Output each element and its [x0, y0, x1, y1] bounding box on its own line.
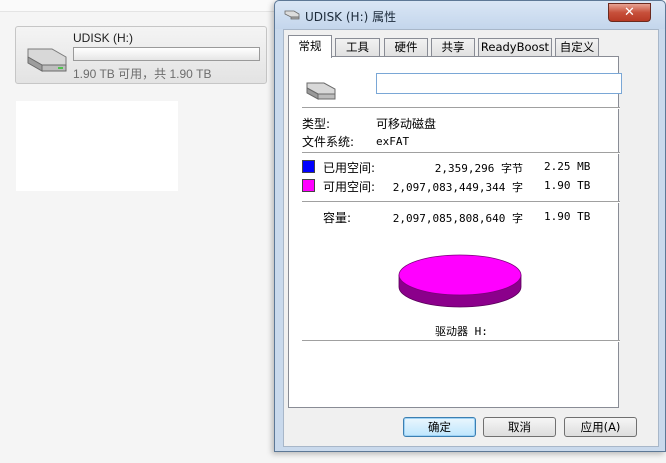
- separator: [302, 152, 620, 154]
- free-space-bytes: 2,097,083,449,344 字: [392, 181, 523, 194]
- used-space-size: 2.25 MB: [544, 160, 591, 173]
- free-space-size: 1.90 TB: [544, 179, 591, 192]
- pie-free-slice: [398, 254, 522, 296]
- removable-drive-icon: [27, 48, 67, 72]
- drive-tile-udisk[interactable]: UDISK (H:) 1.90 TB 可用，共 1.90 TB: [15, 26, 267, 84]
- separator: [302, 340, 620, 342]
- removable-drive-icon: [284, 10, 300, 20]
- capacity-bytes: 2,097,085,808,640 字: [392, 212, 523, 225]
- dialog-titlebar[interactable]: UDISK (H:) 属性 ✕: [275, 1, 665, 29]
- type-label: 类型:: [302, 117, 331, 131]
- ok-button[interactable]: 确定: [403, 417, 476, 437]
- dialog-title: UDISK (H:) 属性: [305, 10, 397, 24]
- free-space-label: 可用空间:: [323, 180, 376, 194]
- used-space-swatch: [302, 160, 315, 173]
- drive-capacity-bar: [73, 47, 260, 61]
- drive-caption: 驱动器 H:: [435, 325, 488, 338]
- cancel-button[interactable]: 取消: [483, 417, 556, 437]
- tab-hardware[interactable]: 硬件: [384, 38, 428, 57]
- tab-sharing[interactable]: 共享: [431, 38, 475, 57]
- disk-usage-pie: [398, 254, 522, 308]
- capacity-size: 1.90 TB: [544, 210, 591, 223]
- file-system-value: exFAT: [376, 135, 410, 148]
- type-value: 可移动磁盘: [376, 117, 437, 131]
- close-button[interactable]: ✕: [608, 3, 651, 22]
- general-tab-panel: 类型: 可移动磁盘 文件系统: exFAT 已用空间: 2,359,296 字节…: [288, 56, 622, 408]
- capacity-label: 容量:: [323, 211, 352, 225]
- used-space-label: 已用空间:: [323, 161, 376, 175]
- tab-readyboost[interactable]: ReadyBoost: [478, 38, 552, 57]
- drive-space-text: 1.90 TB 可用，共 1.90 TB: [73, 67, 212, 81]
- apply-button[interactable]: 应用(A): [564, 417, 637, 437]
- used-space-bytes: 2,359,296 字节: [434, 162, 523, 175]
- tab-customize[interactable]: 自定义: [555, 38, 599, 57]
- separator: [302, 201, 620, 203]
- explorer-blank-area: [16, 101, 178, 191]
- volume-name-input[interactable]: [376, 73, 622, 94]
- file-system-label: 文件系统:: [302, 135, 355, 149]
- tab-tools[interactable]: 工具: [335, 38, 380, 57]
- close-icon: ✕: [624, 5, 635, 20]
- separator: [302, 107, 620, 109]
- properties-dialog: UDISK (H:) 属性 ✕ 常规 工具 硬件 共享 ReadyBoost 自…: [274, 0, 666, 452]
- free-space-swatch: [302, 179, 315, 192]
- drive-title: UDISK (H:): [73, 31, 133, 45]
- dialog-client: 常规 工具 硬件 共享 ReadyBoost 自定义 类型: 可移动磁盘 文件系…: [283, 29, 659, 447]
- tab-general[interactable]: 常规: [288, 35, 332, 58]
- removable-drive-icon: [306, 82, 336, 100]
